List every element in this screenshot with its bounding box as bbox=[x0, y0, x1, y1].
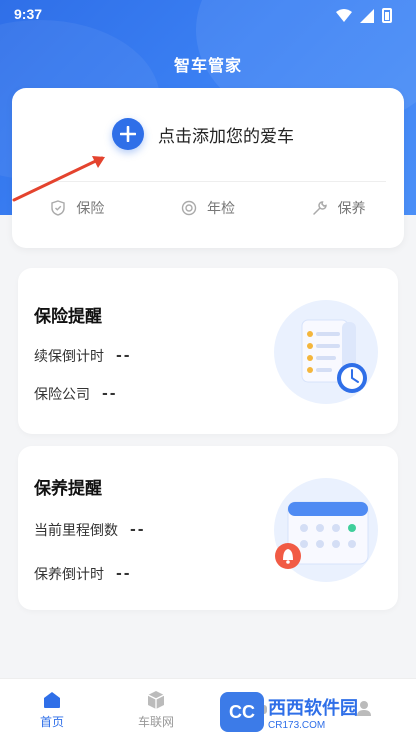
mileage-countdown-value: -- bbox=[130, 522, 146, 538]
wifi-icon bbox=[336, 8, 352, 22]
nav-iov-label: 车联网 bbox=[137, 714, 174, 729]
battery-icon bbox=[382, 8, 392, 23]
nav-iov[interactable]: 车联网 bbox=[104, 679, 208, 740]
watermark-badge: CC bbox=[220, 692, 264, 732]
insurance-company-row: 保险公司 -- bbox=[34, 384, 118, 404]
insurance-company-label: 保险公司 bbox=[34, 387, 90, 403]
pointer-arrow-icon bbox=[12, 156, 105, 202]
insurance-reminder-card[interactable]: 保险提醒 续保倒计时 -- 保险公司 -- bbox=[18, 268, 398, 434]
status-time: 9:37 bbox=[14, 6, 43, 22]
cube-icon bbox=[147, 690, 165, 709]
watermark-logo: CC 西西软件园 CR173.COM bbox=[220, 690, 410, 734]
maintenance-countdown-row: 保养倒计时 -- bbox=[34, 564, 132, 584]
watermark-text: 西西软件园 CR173.COM bbox=[268, 694, 358, 731]
quick-maintenance-button[interactable]: 保养 bbox=[312, 198, 366, 218]
mileage-countdown-label: 当前里程倒数 bbox=[34, 523, 118, 539]
home-icon bbox=[44, 691, 60, 708]
status-icons bbox=[336, 8, 392, 23]
quick-inspection-button[interactable]: 年检 bbox=[181, 198, 235, 218]
nav-home-label: 首页 bbox=[39, 714, 64, 729]
add-car-label: 点击添加您的爱车 bbox=[158, 126, 294, 147]
document-clock-illustration bbox=[274, 300, 378, 404]
watermark-main: 西西软件园 bbox=[268, 697, 358, 719]
maintenance-card-title: 保养提醒 bbox=[34, 479, 102, 499]
insurance-company-value: -- bbox=[102, 386, 118, 402]
calendar-bell-illustration bbox=[274, 478, 378, 582]
wrench-icon bbox=[312, 201, 327, 215]
status-bar: 9:37 bbox=[0, 0, 416, 30]
maintenance-countdown-value: -- bbox=[116, 566, 132, 582]
maintenance-countdown-label: 保养倒计时 bbox=[34, 567, 104, 583]
app-title: 智车管家 bbox=[173, 56, 242, 75]
nav-home[interactable]: 首页 bbox=[0, 679, 104, 740]
renew-countdown-value: -- bbox=[116, 348, 132, 364]
mileage-countdown-row: 当前里程倒数 -- bbox=[34, 520, 146, 540]
watermark-site: CR173.COM bbox=[268, 719, 326, 731]
target-icon bbox=[181, 200, 197, 216]
maintenance-reminder-card[interactable]: 保养提醒 当前里程倒数 -- 保养倒计时 -- bbox=[18, 446, 398, 610]
signal-icon bbox=[360, 8, 374, 23]
quick-maintenance-label: 保养 bbox=[337, 201, 366, 217]
insurance-card-title: 保险提醒 bbox=[34, 307, 102, 327]
quick-inspection-label: 年检 bbox=[206, 201, 235, 217]
renew-countdown-label: 续保倒计时 bbox=[34, 349, 104, 365]
add-car-button[interactable]: 点击添加您的爱车 bbox=[112, 118, 294, 150]
plus-icon bbox=[112, 118, 144, 150]
renew-countdown-row: 续保倒计时 -- bbox=[34, 346, 132, 366]
